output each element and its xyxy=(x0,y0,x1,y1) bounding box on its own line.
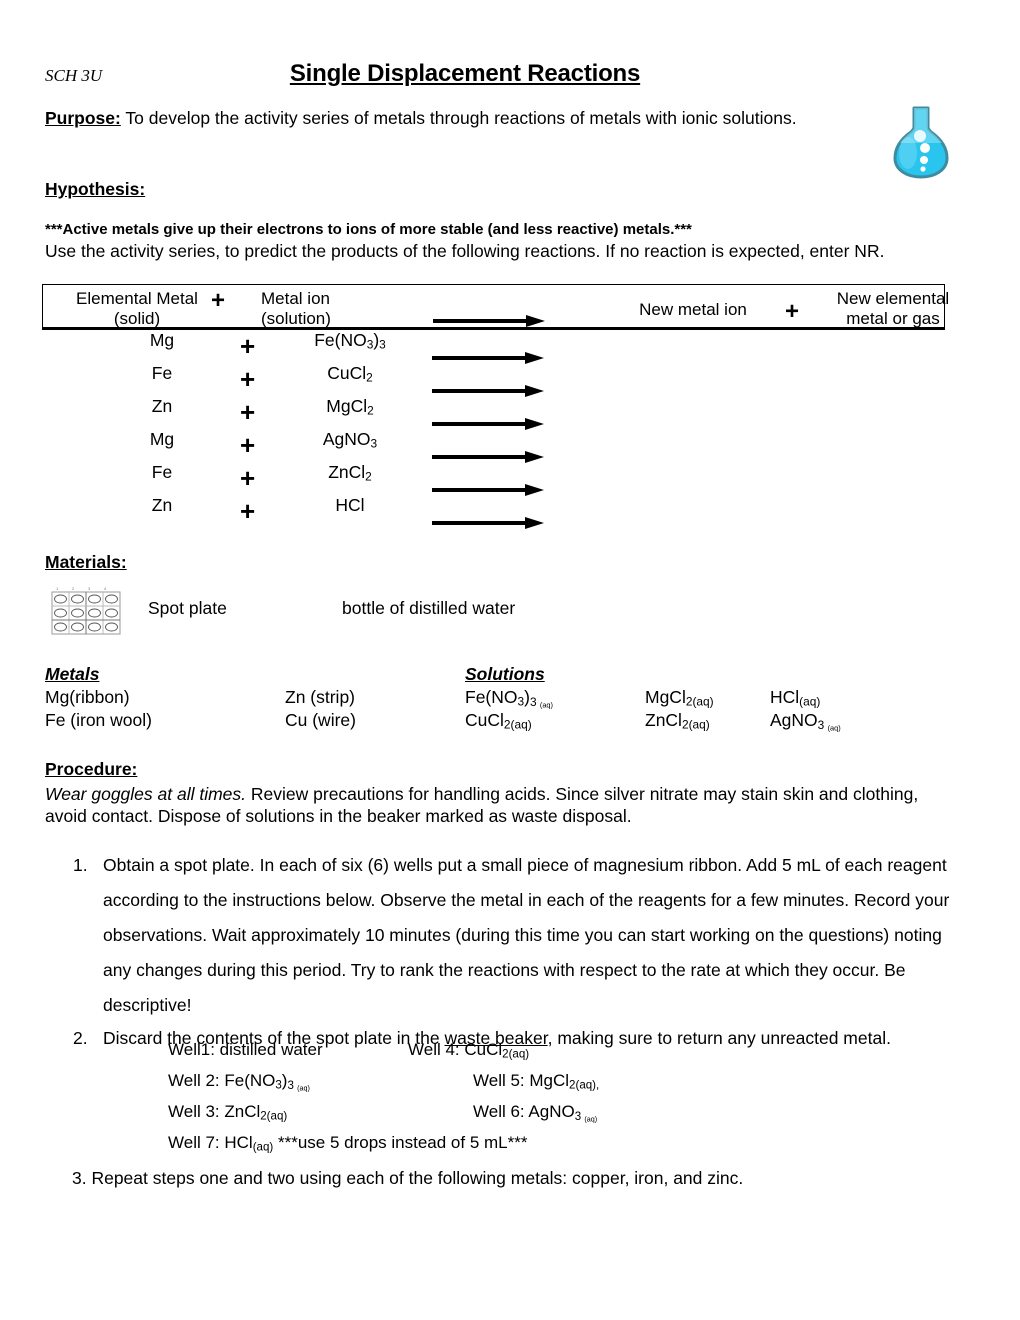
header-elemental-metal-sub: (solid) xyxy=(113,309,161,329)
reaction-plus-sign: + xyxy=(240,430,256,460)
metals-solutions-heading-row: Metals Solutions xyxy=(45,664,945,687)
solution-item: CuCl2(aq) xyxy=(465,710,532,732)
purpose-paragraph: Purpose: To develop the activity series … xyxy=(45,107,845,129)
well-row: Well 7: HCl(aq) ***use 5 drops instead o… xyxy=(168,1133,868,1164)
reaction-plus-sign: + xyxy=(240,463,256,493)
hypothesis-heading: Hypothesis: xyxy=(45,179,146,199)
svg-text:3: 3 xyxy=(88,586,91,591)
well-row: Well 3: ZnCl2(aq) Well 6: AgNO3 (aq) xyxy=(168,1102,868,1133)
step-1-text: Obtain a spot plate. In each of six (6) … xyxy=(103,855,950,1015)
metals-solutions-table: Metals Solutions Mg(ribbon) Zn (strip) Fe(… xyxy=(45,664,945,733)
header-metal-ion: Metal ion (solution) xyxy=(261,289,411,329)
header-metal-ion-sub: (solution) xyxy=(261,309,331,329)
reaction-ion: Fe(NO3)3 xyxy=(314,330,386,352)
reaction-plus-sign: + xyxy=(240,331,256,361)
reaction-rows: Mg + Fe(NO3)3 Fe + CuCl2 Zn + MgCl2 Mg + AgNO3 Fe + Zn… xyxy=(42,330,945,529)
reaction-row: Zn + HCl xyxy=(42,495,945,529)
header-new-elemental-main: New elemental xyxy=(836,289,950,308)
page-title: Single Displacement Reactions xyxy=(289,60,641,87)
header-new-elemental-metal: New elemental metal or gas xyxy=(813,289,973,329)
spot-plate-icon: 1 2 3 4 xyxy=(50,584,122,636)
solution-item: HCl(aq) xyxy=(770,687,821,709)
metal-item: Fe (iron wool) xyxy=(45,710,152,730)
metal-item: Cu (wire) xyxy=(285,710,356,730)
reaction-ion: CuCl2 xyxy=(327,363,373,385)
svg-text:4: 4 xyxy=(104,586,107,591)
header-new-elemental-sub: metal or gas xyxy=(846,309,940,329)
procedure-heading: Procedure: xyxy=(45,759,138,779)
hypothesis-instruction: Use the activity series, to predict the … xyxy=(45,241,885,261)
solutions-heading: Solutions xyxy=(465,664,545,684)
step-2-number: 2. xyxy=(73,1028,88,1048)
procedure-step-3: 3. Repeat steps one and two using each o… xyxy=(72,1168,744,1188)
reaction-metal: Fe xyxy=(151,462,173,482)
procedure-warning: Wear goggles at all times. Review precau… xyxy=(45,783,945,828)
reaction-row: Fe + CuCl2 xyxy=(42,363,945,397)
svg-text:1: 1 xyxy=(56,586,59,591)
header-plus-2: + xyxy=(785,298,800,325)
step-1-number: 1. xyxy=(73,855,88,875)
metals-solutions-row: Mg(ribbon) Zn (strip) Fe(NO3)3 (aq) MgCl2(a… xyxy=(45,687,945,710)
metal-item: Mg(ribbon) xyxy=(45,687,130,707)
solution-item: AgNO3 (aq) xyxy=(770,710,841,733)
material-spot-plate-label: Spot plate xyxy=(148,598,227,618)
purpose-label: Purpose: xyxy=(45,108,121,128)
reaction-row: Mg + Fe(NO3)3 xyxy=(42,330,945,364)
header-new-metal-ion: New metal ion xyxy=(639,300,747,319)
well-row: Well 2: Fe(NO3)3 (aq) Well 5: MgCl2(aq), xyxy=(168,1071,868,1102)
reaction-plus-sign: + xyxy=(240,496,256,526)
procedure-steps: 1. Obtain a spot plate. In each of six (… xyxy=(45,848,955,1054)
well-label-left: Well 2: Fe(NO3)3 (aq) xyxy=(168,1071,310,1092)
solution-item: ZnCl2(aq) xyxy=(645,710,710,732)
metal-item: Zn (strip) xyxy=(285,687,355,707)
reaction-metal: Fe xyxy=(151,363,173,383)
header-elemental-metal-main: Elemental Metal xyxy=(76,289,198,308)
svg-text:2: 2 xyxy=(72,586,75,591)
metals-solutions-row: Fe (iron wool) Cu (wire) CuCl2(aq) ZnCl2(aq… xyxy=(45,710,945,733)
reaction-plus-sign: + xyxy=(240,397,256,427)
materials-heading: Materials: xyxy=(45,552,127,572)
reaction-ion: ZnCl2 xyxy=(328,462,372,484)
well-label-right: Well 4: CuCl2(aq) xyxy=(408,1040,530,1061)
reaction-table-header: Elemental Metal (solid) + Metal ion (sol… xyxy=(42,284,949,330)
document-header: SCH 3U Single Displacement Reactions xyxy=(45,60,940,94)
reaction-right-arrow-icon xyxy=(432,517,544,529)
well-label-left: Well 3: ZnCl2(aq) xyxy=(168,1102,288,1123)
reaction-metal: Mg xyxy=(149,429,175,449)
reaction-metal: Zn xyxy=(151,396,173,416)
document-page: SCH 3U Single Displacement Reactions Pur… xyxy=(0,0,1020,1320)
solution-item: MgCl2(aq) xyxy=(645,687,714,709)
flask-icon xyxy=(885,103,957,181)
reaction-metal: Zn xyxy=(151,495,173,515)
well-label-right: Well 6: AgNO3 (aq) xyxy=(473,1102,598,1123)
header-elemental-metal: Elemental Metal (solid) xyxy=(57,289,217,329)
reaction-row: Mg + AgNO3 xyxy=(42,429,945,463)
well-label-left: Well 7: HCl(aq) ***use 5 drops instead o… xyxy=(168,1133,528,1154)
material-distilled-water-label: bottle of distilled water xyxy=(342,598,516,618)
well-row: Well1: distilled water Well 4: CuCl2(aq) xyxy=(168,1040,868,1071)
well-assignment-list: Well1: distilled water Well 4: CuCl2(aq) W… xyxy=(168,1040,868,1164)
procedure-warning-italic: Wear goggles at all times. xyxy=(45,784,247,804)
header-metal-ion-main: Metal ion xyxy=(261,289,330,308)
metals-heading: Metals xyxy=(45,664,100,684)
procedure-step-1: 1. Obtain a spot plate. In each of six (… xyxy=(45,848,955,1023)
reaction-ion: MgCl2 xyxy=(326,396,374,418)
purpose-text: To develop the activity series of metals… xyxy=(120,108,797,128)
reaction-table: Elemental Metal (solid) + Metal ion (sol… xyxy=(42,284,949,529)
well-label-left: Well1: distilled water xyxy=(168,1040,323,1059)
reaction-metal: Mg xyxy=(149,330,175,350)
metals-solutions-rows: Mg(ribbon) Zn (strip) Fe(NO3)3 (aq) MgCl2(a… xyxy=(45,687,945,733)
reaction-plus-sign: + xyxy=(240,364,256,394)
solution-item: Fe(NO3)3 (aq) xyxy=(465,687,553,710)
reaction-row: Zn + MgCl2 xyxy=(42,396,945,430)
reaction-ion: HCl xyxy=(335,495,365,515)
hypothesis-starred-note: ***Active metals give up their electrons… xyxy=(45,221,692,238)
well-label-right: Well 5: MgCl2(aq), xyxy=(473,1071,600,1092)
header-right-arrow-icon xyxy=(433,315,545,327)
reaction-row: Fe + ZnCl2 xyxy=(42,462,945,496)
header-plus-1: + xyxy=(211,287,226,314)
reaction-ion: AgNO3 xyxy=(322,429,378,451)
